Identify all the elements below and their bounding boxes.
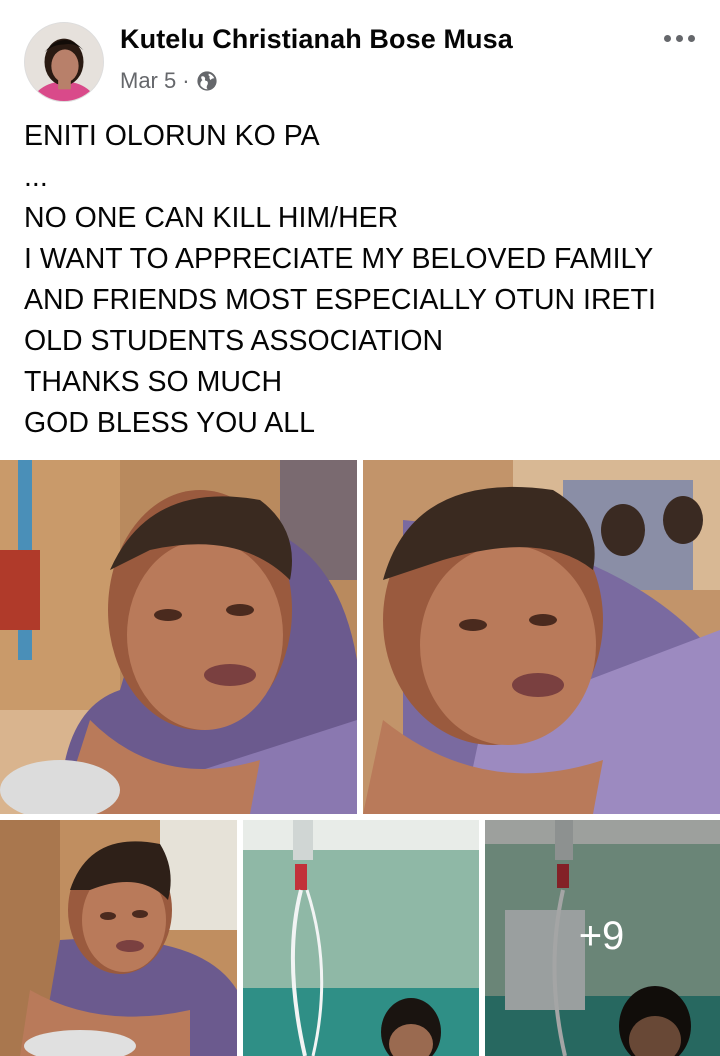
post-text-line: GOD BLESS YOU ALL — [24, 407, 315, 439]
post-text-line: ENITI OLORUN KO PA — [24, 120, 320, 152]
post-photo-1[interactable] — [0, 460, 357, 814]
meta-separator: · — [182, 68, 190, 93]
more-options-icon[interactable] — [656, 26, 702, 50]
post-photo-4[interactable] — [243, 820, 479, 1056]
post-text-line: OLD STUDENTS ASSOCIATION — [24, 325, 444, 357]
post-text-line: NO ONE CAN KILL HIM/HER — [24, 202, 399, 234]
post-text: ENITI OLORUN KO PA ... NO ONE CAN KILL H… — [24, 116, 704, 444]
globe-icon[interactable] — [196, 70, 218, 92]
post-photo-3[interactable] — [0, 820, 237, 1056]
post-date[interactable]: Mar 5 — [120, 68, 176, 94]
post-text-line: THANKS SO MUCH — [24, 366, 283, 398]
more-photos-count: +9 — [578, 913, 625, 958]
post-text-line: AND FRIENDS MOST ESPECIALLY OTUN IRETI — [24, 284, 656, 316]
author-avatar[interactable] — [24, 22, 104, 102]
post-photo-5[interactable]: +9 — [485, 820, 720, 1056]
post-text-line: I WANT TO APPRECIATE MY BELOVED FAMILY — [24, 243, 654, 275]
author-name[interactable]: Kutelu Christianah Bose Musa — [120, 24, 513, 55]
more-photos-overlay[interactable]: +9 — [485, 820, 720, 1056]
facebook-post: Kutelu Christianah Bose Musa Mar 5 · ENI… — [0, 0, 720, 1056]
post-photo-2[interactable] — [363, 460, 720, 814]
post-text-line: ... — [24, 161, 48, 193]
post-meta: Mar 5 · — [120, 66, 218, 96]
